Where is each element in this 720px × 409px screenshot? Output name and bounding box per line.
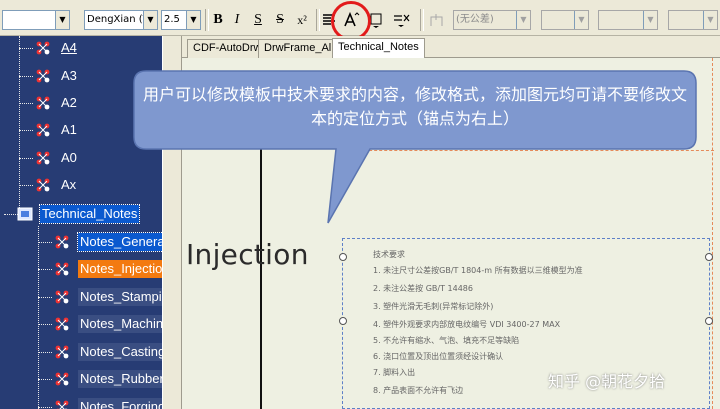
chevron-down-icon: ▼ — [574, 11, 588, 29]
tolerance-value-combo: ▼ — [541, 10, 589, 30]
chevron-down-icon[interactable]: ▼ — [143, 11, 157, 29]
format-combo: ▼ — [668, 10, 718, 30]
anchor-handle[interactable] — [705, 253, 713, 261]
sheet-tab-bar: CDF-AutoDrw DrwFrame_All Technical_Notes — [182, 36, 720, 59]
tree-connector — [19, 76, 33, 77]
view-node-icon[interactable] — [52, 343, 72, 361]
tab-drwframe-all[interactable]: DrwFrame_All — [258, 39, 340, 58]
tree-item-label: Notes_Forging — [78, 398, 162, 409]
tree-item-notes-injection[interactable]: Notes_Injection — [38, 259, 162, 279]
tree-item-notes-stamping[interactable]: Notes_Stamping — [38, 287, 162, 307]
view-node-icon[interactable] — [33, 39, 53, 57]
tree-item-notes-forging[interactable]: Notes_Forging — [38, 397, 162, 409]
annotation-red-circle — [331, 1, 371, 41]
view-node-icon[interactable] — [52, 288, 72, 306]
chevron-down-icon: ▼ — [703, 11, 717, 29]
toolbar-separator — [205, 9, 209, 31]
italic-button[interactable]: I — [230, 10, 244, 30]
tab-technical-notes[interactable]: Technical_Notes — [332, 38, 425, 59]
note-line: 8. 产品表面不允许有飞边 — [373, 386, 464, 395]
note-line: 技术要求 — [373, 250, 405, 259]
note-line: 2. 未注公差按 GB/T 14486 — [373, 284, 473, 293]
view-node-icon[interactable] — [33, 94, 53, 112]
anchor-handle[interactable] — [339, 253, 347, 261]
tree-item-label: A4 — [61, 40, 77, 55]
toolbar-separator — [420, 9, 424, 31]
tree-item-label: Technical_Notes — [38, 204, 141, 224]
watermark: 知乎 @朝花夕拾 — [548, 372, 666, 391]
anchor-handle[interactable] — [705, 317, 713, 325]
tree-item-label: Ax — [61, 177, 77, 192]
view-node-icon[interactable] — [33, 121, 53, 139]
note-line: 3. 塑件光滑无毛刺(异常标记除外) — [373, 302, 494, 311]
tree-item-label: A0 — [61, 150, 77, 165]
chevron-down-icon: ▼ — [643, 11, 657, 29]
tree-item-notes-casting[interactable]: Notes_Casting — [38, 342, 162, 362]
sheet-title-text[interactable]: Injection — [186, 238, 309, 271]
symbol-insert-icon[interactable] — [391, 10, 413, 30]
note-line: 4. 塑件外观要求内部放电纹编号 VDI 3400-27 MAX — [373, 320, 561, 329]
view-node-icon[interactable] — [33, 67, 53, 85]
bold-button[interactable]: B — [211, 10, 225, 30]
tree-item-label: A1 — [61, 122, 77, 137]
tree-item-label: Notes_Rubber — [78, 370, 162, 388]
tree-item-label: A2 — [61, 95, 77, 110]
tree-item-a4[interactable]: A4 — [19, 38, 162, 58]
chevron-down-icon: ▼ — [516, 11, 530, 29]
text-frame-icon[interactable] — [369, 10, 383, 30]
tree-connector — [38, 352, 52, 353]
tree-connector — [38, 379, 52, 380]
note-line: 7. 脚料入出 — [373, 368, 416, 377]
precision-combo: ▼ — [598, 10, 658, 30]
frame-dashed-line — [712, 58, 713, 409]
anchor-handle[interactable] — [339, 317, 347, 325]
strikethrough-button[interactable]: S — [272, 10, 288, 30]
font-size-value: 2.5 — [164, 14, 180, 25]
note-line: 6. 浇口位置及顶出位置须经设计确认 — [373, 352, 504, 361]
superscript-button[interactable]: x² — [293, 10, 311, 30]
tree-connector — [38, 269, 52, 270]
note-line: 1. 未注尺寸公差按GB/T 1804-m 所有数据以三维模型为准 — [373, 266, 583, 275]
chevron-down-icon[interactable]: ▼ — [186, 11, 200, 29]
tree-connector — [38, 407, 52, 408]
tree-connector — [19, 130, 33, 131]
tree-item-label: Notes_Stamping — [78, 288, 162, 306]
tree-connector — [19, 185, 33, 186]
tree-item-notes-rubber[interactable]: Notes_Rubber — [38, 369, 162, 389]
tree-item-label: A3 — [61, 68, 77, 83]
view-node-icon[interactable] — [52, 315, 72, 333]
tree-connector — [38, 242, 52, 243]
tree-connector — [19, 48, 33, 49]
view-node-icon[interactable] — [33, 176, 53, 194]
tolerance-combo: (无公差) ▼ — [453, 10, 531, 30]
tree-connector — [19, 103, 33, 104]
note-line: 5. 不允许有缩水、气泡、填充不足等缺陷 — [373, 336, 520, 345]
toolbar-separator — [316, 9, 320, 31]
view-node-icon[interactable] — [52, 233, 72, 251]
tree-item-label: Notes_Machining — [78, 315, 162, 333]
tree-item-label: Notes_General — [76, 232, 162, 252]
font-name-combo[interactable]: DengXian (Trе ▼ — [84, 10, 158, 30]
chevron-down-icon[interactable]: ▼ — [55, 11, 69, 29]
tree-item-label: Notes_Casting — [78, 343, 162, 361]
tab-cdf-autodrw[interactable]: CDF-AutoDrw — [187, 39, 268, 58]
sheet-node-icon[interactable] — [16, 205, 36, 223]
font-size-combo[interactable]: 2.5 ▼ — [161, 10, 201, 30]
callout-text: 用户可以修改模板中技术要求的内容，修改格式，添加图元均可请不要修改文本的定位方式… — [142, 85, 687, 128]
view-node-icon[interactable] — [33, 149, 53, 167]
style-combo[interactable]: ▼ — [2, 10, 70, 30]
tolerance-placeholder: (无公差) — [456, 14, 494, 25]
tree-connector — [19, 158, 33, 159]
datum-icon — [426, 10, 448, 30]
tree-item-label: Notes_Injection — [78, 260, 162, 278]
view-node-icon[interactable] — [52, 370, 72, 388]
underline-button[interactable]: S — [250, 10, 266, 30]
tree-connector — [38, 324, 52, 325]
tree-connector — [38, 297, 52, 298]
tree-item-notes-machining[interactable]: Notes_Machining — [38, 314, 162, 334]
view-node-icon[interactable] — [52, 260, 72, 278]
view-node-icon[interactable] — [52, 398, 72, 409]
tree-item-notes-general[interactable]: Notes_General — [38, 232, 162, 252]
